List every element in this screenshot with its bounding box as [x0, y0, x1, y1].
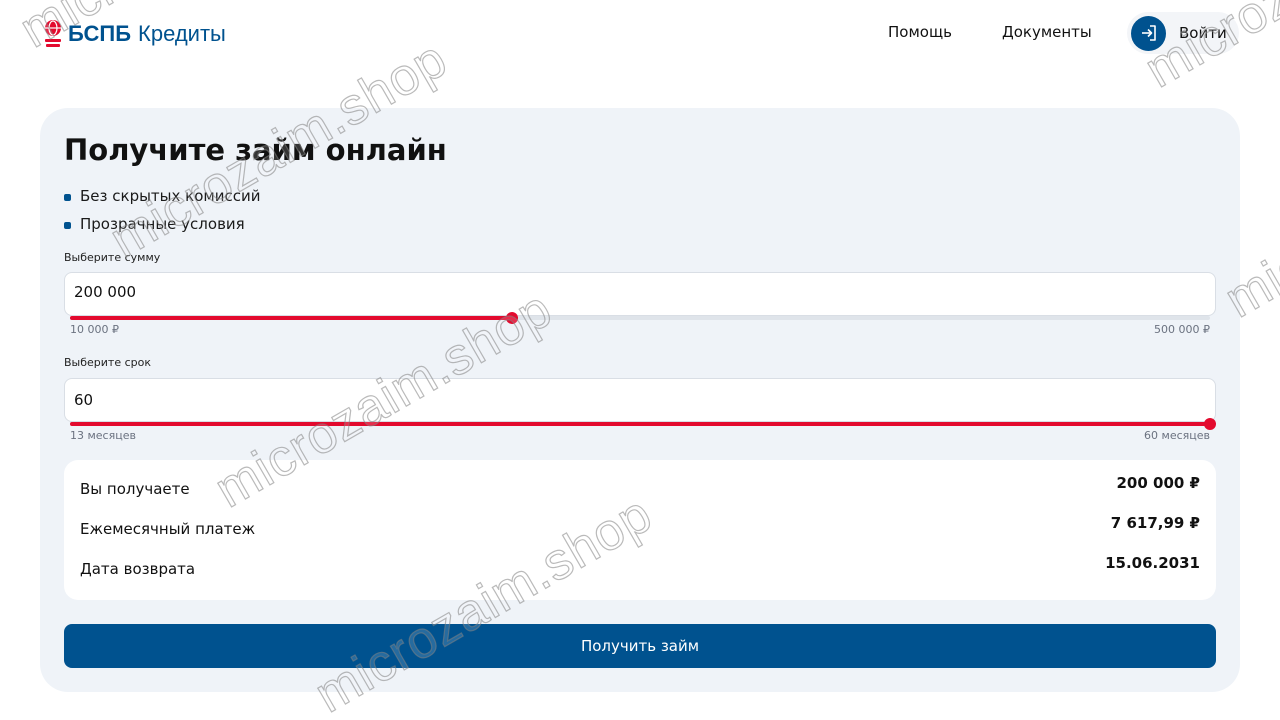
- term-input[interactable]: [64, 378, 1216, 422]
- summary-row: Ежемесячный платеж 7 617,99 ₽: [80, 512, 1200, 542]
- slider-fill: [70, 422, 1210, 426]
- site-header: БСПБ Кредиты Помощь Документы Войти: [0, 0, 1280, 66]
- amount-slider[interactable]: [70, 312, 1210, 324]
- feature-text: Прозрачные условия: [80, 215, 245, 233]
- loan-summary: Вы получаете 200 000 ₽ Ежемесячный плате…: [64, 460, 1216, 600]
- loan-calculator-card: Получите займ онлайн Без скрытых комисси…: [40, 108, 1240, 692]
- logo-brand: БСПБ: [68, 21, 132, 46]
- summary-value: 15.06.2031: [1105, 554, 1200, 572]
- slider-fill: [70, 316, 513, 320]
- term-max-label: 60 месяцев: [1144, 429, 1210, 442]
- page: БСПБ Кредиты Помощь Документы Войти Полу…: [0, 0, 1280, 720]
- summary-label: Ежемесячный платеж: [80, 520, 256, 538]
- term-slider[interactable]: [70, 418, 1216, 430]
- login-label: Войти: [1179, 24, 1227, 42]
- bspb-logo-icon: [42, 19, 64, 49]
- summary-row: Вы получаете 200 000 ₽: [80, 472, 1200, 502]
- features-list: Без скрытых комиссий Прозрачные условия: [64, 182, 260, 238]
- feature-item: Прозрачные условия: [64, 210, 260, 238]
- logo-product: Кредиты: [138, 21, 226, 46]
- logo[interactable]: БСПБ Кредиты: [42, 18, 226, 50]
- nav-link-help[interactable]: Помощь: [888, 22, 952, 42]
- summary-label: Вы получаете: [80, 480, 190, 498]
- amount-input[interactable]: [64, 272, 1216, 316]
- nav-link-documents[interactable]: Документы: [1002, 22, 1092, 42]
- login-button[interactable]: Войти: [1127, 12, 1239, 54]
- page-title: Получите займ онлайн: [64, 133, 447, 167]
- amount-label: Выберите сумму: [64, 251, 161, 264]
- bullet-icon: [64, 193, 71, 201]
- feature-item: Без скрытых комиссий: [64, 182, 260, 210]
- login-arrow-icon: [1131, 15, 1166, 51]
- summary-label: Дата возврата: [80, 560, 196, 578]
- get-loan-button[interactable]: Получить займ: [64, 624, 1216, 668]
- term-label: Выберите срок: [64, 356, 151, 369]
- summary-value: 200 000 ₽: [1116, 474, 1200, 492]
- summary-row: Дата возврата 15.06.2031: [80, 552, 1200, 582]
- slider-thumb[interactable]: [506, 312, 519, 324]
- bullet-icon: [64, 221, 71, 229]
- term-min-label: 13 месяцев: [70, 429, 136, 442]
- amount-max-label: 500 000 ₽: [1154, 323, 1210, 336]
- feature-text: Без скрытых комиссий: [80, 187, 261, 205]
- amount-min-label: 10 000 ₽: [70, 323, 119, 336]
- summary-value: 7 617,99 ₽: [1110, 514, 1200, 532]
